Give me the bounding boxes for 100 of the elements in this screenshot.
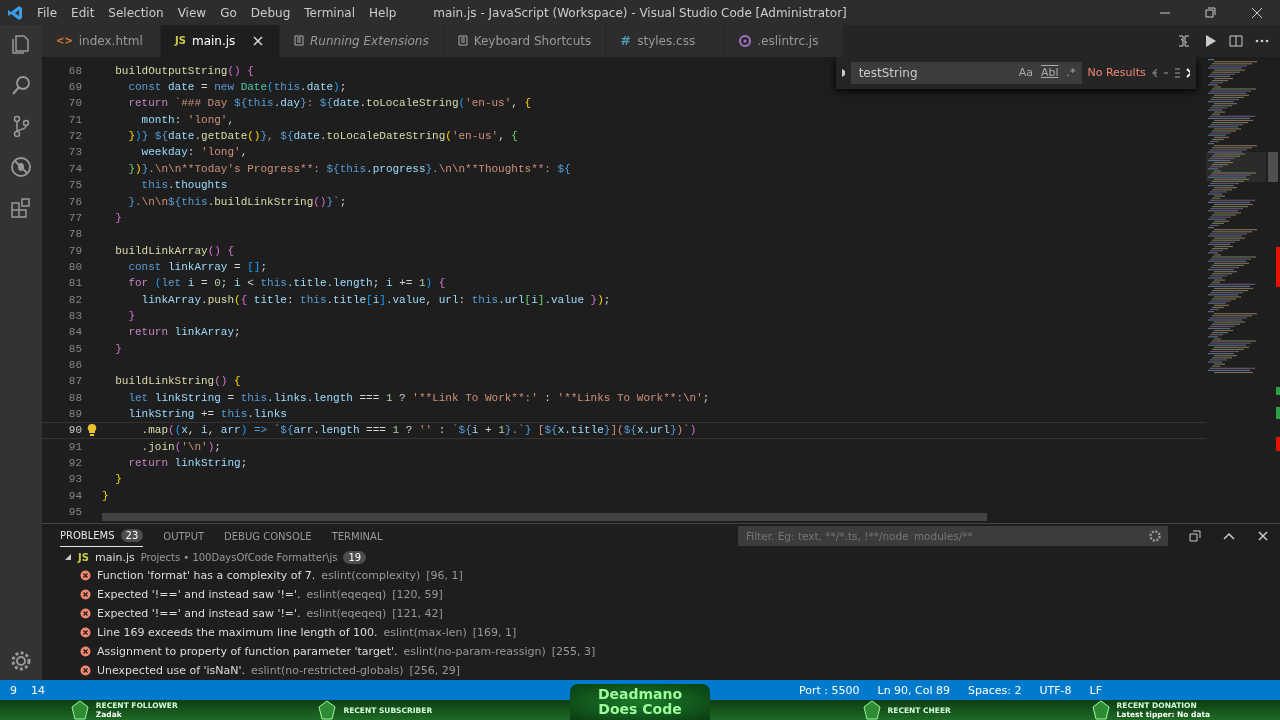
app-logo-icon xyxy=(7,4,23,21)
compare-icon[interactable] xyxy=(1176,32,1192,49)
search-icon[interactable] xyxy=(10,74,32,96)
status-item[interactable]: Ln 90, Col 89 xyxy=(877,683,951,697)
find-field[interactable]: testString xyxy=(856,64,1011,81)
editor-tab[interactable]: JS main.js xyxy=(161,25,280,57)
line-number: 72 xyxy=(67,129,82,145)
code-line: return `### Day ${this.day}: ${date.toLocaleString('en-us', { xyxy=(127,96,532,112)
line-number: 92 xyxy=(67,456,82,471)
problem-source: eslint(no-restricted-globals) xyxy=(251,664,404,677)
debug-icon[interactable] xyxy=(10,156,32,178)
count-badge: 23 xyxy=(120,529,144,542)
menu-item[interactable]: File xyxy=(30,5,65,20)
extensions-icon[interactable] xyxy=(10,197,32,219)
filter-field[interactable]: Filter. Eg: text, **/*.ts, !**/node_modules/** xyxy=(744,529,1148,543)
lightbulb-icon[interactable] xyxy=(86,423,98,438)
line-number: 79 xyxy=(67,243,82,259)
settings-icon[interactable] xyxy=(10,650,32,672)
problem-message[interactable]: Assignment to property of function parameter 'target'. xyxy=(97,645,398,658)
line-number: 86 xyxy=(67,357,82,373)
status-item[interactable]: UTF-8 xyxy=(1039,683,1072,697)
status-item[interactable]: LF xyxy=(1089,683,1103,697)
expand-icon[interactable] xyxy=(842,68,845,77)
horizontal-scrollbar[interactable] xyxy=(102,513,987,521)
line-number: 69 xyxy=(67,80,82,96)
line-number: 84 xyxy=(67,325,82,341)
problem-message[interactable]: Expected '!==' and instead saw '!='. xyxy=(97,607,301,620)
code-line: .join('\n'); xyxy=(140,439,221,455)
document-icon xyxy=(457,35,468,47)
problem-position: [121, 42] xyxy=(392,607,443,620)
whole-word-toggle[interactable]: Abl xyxy=(1040,66,1059,80)
code-line: for (let i = 0; i < this.title.length; i += 1) { xyxy=(127,276,446,292)
restore-icon[interactable] xyxy=(1188,529,1202,543)
editor-tab[interactable]: Keyboard Shortcuts xyxy=(443,25,607,57)
problem-message[interactable]: Unexpected use of 'isNaN'. xyxy=(97,664,246,677)
window-title: main.js - JavaScript (Workspace) - Visual Studio Code [Administrator] xyxy=(433,5,847,20)
file-path: Projects • 100DaysOfCode Formatter\js xyxy=(140,551,338,563)
line-number: 93 xyxy=(67,472,82,488)
panel-tab[interactable]: PROBLEMS 23 xyxy=(60,525,144,547)
line-number: 71 xyxy=(67,112,82,128)
expand-arrow-icon[interactable] xyxy=(64,553,72,561)
code-line: buildOutputString() { xyxy=(114,63,254,79)
find-result: No Results xyxy=(1087,66,1146,80)
logo-text: Deadmano xyxy=(597,687,683,702)
error-count[interactable]: 9 xyxy=(10,683,17,697)
match-case-toggle[interactable]: Aa xyxy=(1018,66,1033,80)
code-icon: <> xyxy=(56,35,73,47)
file-name[interactable]: main.js xyxy=(94,550,135,564)
scrollbar-thumb[interactable] xyxy=(1268,151,1278,182)
panel-tab[interactable]: TERMINAL xyxy=(331,526,383,546)
warning-count[interactable]: 14 xyxy=(31,683,45,697)
problem-message[interactable]: Expected '!==' and instead saw '!='. xyxy=(97,588,301,601)
line-number: 75 xyxy=(67,178,82,194)
problem-position: [120, 59] xyxy=(392,588,443,601)
split-editor-icon[interactable] xyxy=(1228,32,1244,49)
menu-item[interactable]: Edit xyxy=(64,5,102,20)
problem-source: eslint(max-len) xyxy=(383,626,467,639)
problem-position: [255, 3] xyxy=(551,645,596,658)
code-line: buildLinkArray() { xyxy=(114,243,235,259)
settings-icon[interactable] xyxy=(1148,529,1162,543)
code-line: let linkString = this.links.length === 1 ? '**Link To Work**:' : '**Links To Work**:\n'; xyxy=(127,390,710,406)
code-line: })} ${date.getDate()}, ${date.toLocaleDateString('en-us', { xyxy=(127,129,518,145)
code-line: return linkArray; xyxy=(127,325,241,341)
line-number: 80 xyxy=(67,259,82,275)
menu-item[interactable]: Help xyxy=(361,5,404,20)
code-line: const linkArray = []; xyxy=(127,259,268,275)
menu-item[interactable]: Terminal xyxy=(297,5,362,20)
code-line: .map((x, i, arr) => `${arr.length === 1 ? '' : `${i + 1}.`} [${x.title}](${x.url})`) xyxy=(140,423,697,439)
problem-position: [96, 1] xyxy=(426,569,463,582)
document-icon xyxy=(294,35,304,47)
menu-item[interactable]: Go xyxy=(213,5,244,20)
menu-item[interactable]: View xyxy=(170,5,214,20)
code-line: weekday: 'long', xyxy=(140,145,248,161)
js-file-icon: JS xyxy=(78,551,89,563)
status-item[interactable]: Port : 5500 xyxy=(799,683,860,697)
regex-toggle[interactable]: .* xyxy=(1066,66,1076,80)
line-number: 94 xyxy=(67,488,82,504)
problem-message[interactable]: Line 169 exceeds the maximum line length of 100. xyxy=(97,626,378,639)
line-number: 81 xyxy=(67,276,82,292)
menu-item[interactable]: Debug xyxy=(243,5,298,20)
status-item[interactable]: Spaces: 2 xyxy=(968,683,1022,697)
files-icon[interactable] xyxy=(10,33,32,55)
panel-tab[interactable]: OUTPUT xyxy=(163,526,205,546)
line-number: 91 xyxy=(67,439,82,455)
editor-tab[interactable]: <> index.html xyxy=(42,25,161,57)
code-line: const date = new Date(this.date); xyxy=(127,80,347,96)
filter-box[interactable]: Filter. Eg: text, **/*.ts, !**/node_modules/** xyxy=(738,526,1168,546)
problem-message[interactable]: Function 'format' has a complexity of 7. xyxy=(97,569,316,582)
previous-match-icon[interactable] xyxy=(1151,67,1157,78)
panel-tab[interactable]: DEBUG CONSOLE xyxy=(224,526,312,546)
code-line: } xyxy=(114,472,122,488)
line-number: 74 xyxy=(67,161,82,177)
editor-tab[interactable]: # styles.css xyxy=(606,25,726,57)
menu-item[interactable]: Selection xyxy=(101,5,171,20)
editor-tab[interactable]: .eslintrc.js xyxy=(725,25,845,57)
find-box[interactable]: testString Aa Abl .* xyxy=(850,61,1082,84)
selection-icon[interactable] xyxy=(1174,67,1180,78)
problem-source: eslint(eqeqeq) xyxy=(306,588,387,601)
editor-tab[interactable]: Running Extensions xyxy=(280,25,444,57)
circle-icon xyxy=(739,34,752,47)
